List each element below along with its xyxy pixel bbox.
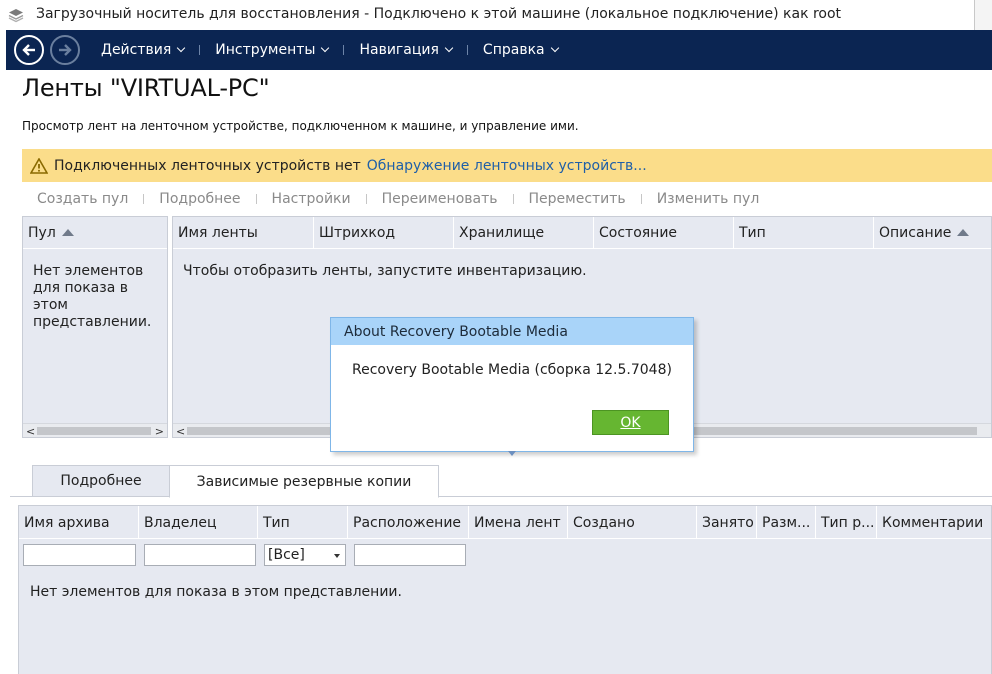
dialog-message: Recovery Bootable Media (сборка 12.5.704… [352, 362, 672, 378]
tab-dependent-backups[interactable]: Зависимые резервные копии [169, 465, 439, 498]
chevron-down-icon [550, 43, 559, 53]
archives-empty-message: Нет элементов для показа в этом представ… [30, 584, 402, 600]
menu-tools[interactable]: Инструменты [215, 42, 330, 58]
menu-actions-label: Действия [101, 42, 172, 58]
menu-help-label: Справка [482, 42, 545, 58]
move-button[interactable]: Переместить [514, 191, 641, 207]
window-titlebar: Загрузочный носитель для восстановления … [0, 0, 992, 30]
warning-text: Подключенных ленточных устройств нет [54, 157, 361, 174]
arrow-right-icon [59, 44, 72, 56]
column-occupied[interactable]: Занято [697, 506, 757, 539]
column-location[interactable]: Расположение [348, 506, 469, 539]
ok-button[interactable]: OK [592, 410, 669, 435]
column-tape-name[interactable]: Имя ленты [173, 216, 314, 249]
pool-header: Пул [23, 217, 167, 249]
scroll-left-icon[interactable]: < [176, 425, 185, 438]
column-backup-type[interactable]: Тип р... [816, 506, 877, 539]
forward-button[interactable] [50, 35, 80, 65]
window-title: Загрузочный носитель для восстановления … [36, 6, 842, 22]
pool-panel: Пул Нет элементов для показа в этом пред… [22, 216, 168, 438]
pool-empty-message: Нет элементов для показа в этом представ… [33, 263, 152, 330]
window-edge [974, 0, 992, 30]
about-dialog: About Recovery Bootable Media Recovery B… [330, 317, 694, 452]
column-description-label: Описание [879, 224, 952, 241]
menu-separator [343, 45, 345, 55]
rename-button[interactable]: Переименовать [367, 191, 513, 207]
settings-button[interactable]: Настройки [257, 191, 366, 207]
column-comments[interactable]: Комментарии [877, 506, 991, 539]
archive-name-filter-input[interactable] [23, 544, 136, 566]
scroll-left-icon[interactable]: < [26, 425, 35, 438]
page-title: Ленты "VIRTUAL-PC" [22, 74, 270, 102]
chevron-down-icon [444, 43, 454, 53]
details-button[interactable]: Подробнее [144, 191, 255, 207]
owner-filter-input[interactable] [144, 544, 256, 566]
column-state[interactable]: Состояние [594, 216, 734, 249]
tape-toolbar: Создать пул Подробнее Настройки Переимен… [22, 188, 774, 210]
menu-help[interactable]: Справка [482, 42, 559, 58]
pool-column-header[interactable]: Пул [23, 217, 167, 249]
nav-bar: Действия Инструменты Навигация Справка [6, 30, 992, 70]
archives-panel: Имя архива Владелец Тип Расположение Име… [18, 505, 992, 674]
back-button[interactable] [14, 35, 44, 65]
archives-header: Имя архива Владелец Тип Расположение Име… [19, 506, 991, 539]
dropdown-caret-icon [334, 554, 340, 558]
type-filter-select[interactable]: [Все] [264, 544, 346, 566]
filter-row: [Все] [19, 542, 991, 568]
column-owner[interactable]: Владелец [139, 506, 258, 539]
location-filter-input[interactable] [354, 544, 466, 566]
column-archive-type[interactable]: Тип [258, 506, 348, 539]
tapes-header: Имя ленты Штрихкод Хранилище Состояние Т… [173, 216, 991, 249]
sort-ascending-icon [61, 229, 74, 236]
discover-tape-devices-link[interactable]: Обнаружение ленточных устройств... [367, 158, 647, 174]
pool-horizontal-scrollbar[interactable]: < > [23, 423, 167, 438]
warning-triangle-icon [30, 157, 48, 174]
dialog-title: About Recovery Bootable Media [331, 318, 693, 345]
pool-column-label: Пул [28, 224, 56, 241]
sort-ascending-icon [957, 229, 970, 236]
create-pool-button[interactable]: Создать пул [22, 191, 143, 207]
scroll-right-icon[interactable]: > [155, 425, 164, 438]
column-tape-names[interactable]: Имена лент [469, 506, 568, 539]
column-description[interactable]: Описание [874, 217, 991, 249]
tapes-empty-message: Чтобы отобразить ленты, запустите инвент… [183, 263, 587, 279]
tab-details[interactable]: Подробнее [32, 465, 170, 496]
menu-separator [199, 45, 201, 55]
column-archive-name[interactable]: Имя архива [19, 506, 139, 539]
warning-bar: Подключенных ленточных устройств нет Обн… [22, 149, 992, 182]
chevron-down-icon [321, 43, 330, 53]
menu-tools-label: Инструменты [215, 42, 316, 58]
arrow-left-icon [22, 44, 35, 56]
change-pool-button[interactable]: Изменить пул [642, 191, 775, 207]
column-type[interactable]: Тип [734, 216, 874, 249]
main-menu: Действия Инструменты Навигация Справка [101, 30, 559, 70]
column-created[interactable]: Создано [568, 506, 697, 539]
menu-navigation-label: Навигация [359, 42, 439, 58]
column-size[interactable]: Разм... [757, 506, 816, 539]
panel-splitter-arrow-icon[interactable] [508, 451, 516, 456]
scrollbar-thumb[interactable] [37, 427, 151, 435]
details-tabs: Подробнее Зависимые резервные копии [10, 465, 992, 498]
column-barcode[interactable]: Штрихкод [314, 216, 454, 249]
page-subtitle: Просмотр лент на ленточном устройстве, п… [22, 119, 579, 133]
column-storage[interactable]: Хранилище [454, 216, 594, 249]
dialog-body: Recovery Bootable Media (сборка 12.5.704… [334, 345, 690, 449]
type-filter-value: [Все] [268, 547, 305, 563]
chevron-down-icon [177, 43, 186, 53]
menu-navigation[interactable]: Навигация [359, 42, 454, 58]
menu-separator [466, 45, 468, 55]
app-stack-icon [8, 9, 24, 23]
menu-actions[interactable]: Действия [101, 42, 186, 58]
